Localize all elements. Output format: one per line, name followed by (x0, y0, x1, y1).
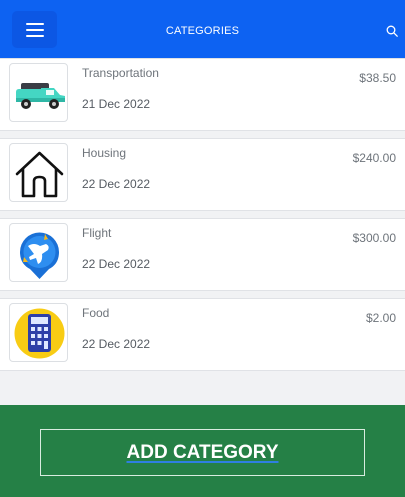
truck-icon (16, 83, 65, 109)
calculator-icon (14, 308, 65, 359)
airplane-icon (20, 232, 59, 279)
add-category-button[interactable]: ADD CATEGORY (40, 429, 365, 476)
category-date: 21 Dec 2022 (82, 97, 151, 111)
category-row[interactable]: Housing 22 Dec 2022 $240.00 (0, 138, 405, 211)
add-category-label: ADD CATEGORY (126, 441, 279, 463)
category-row[interactable]: Food 22 Dec 2022 $2.00 (0, 298, 405, 371)
category-amount: $38.50 (359, 71, 396, 85)
category-name: Housing (82, 146, 127, 160)
app-header: CATEGORIES (0, 0, 405, 62)
category-name: Food (82, 306, 110, 320)
category-thumbnail (9, 223, 68, 282)
category-date: 22 Dec 2022 (82, 177, 151, 191)
search-icon[interactable] (386, 25, 398, 37)
footer-bar: ADD CATEGORY (0, 405, 405, 497)
category-name: Transportation (82, 66, 159, 80)
house-icon (15, 151, 64, 198)
page-title: CATEGORIES (165, 25, 240, 37)
category-thumbnail (9, 143, 68, 202)
category-row[interactable]: Flight 22 Dec 2022 $300.00 (0, 218, 405, 291)
category-thumbnail (9, 303, 68, 362)
categories-screen: CATEGORIES Transportation 21 Dec 2022 $3… (0, 0, 405, 497)
category-thumbnail (9, 63, 68, 122)
category-amount: $240.00 (352, 151, 396, 165)
category-date: 22 Dec 2022 (82, 337, 151, 351)
category-name: Flight (82, 226, 112, 240)
category-amount: $2.00 (365, 311, 396, 325)
category-row[interactable]: Transportation 21 Dec 2022 $38.50 (0, 58, 405, 131)
category-amount: $300.00 (352, 231, 396, 245)
category-date: 22 Dec 2022 (82, 257, 151, 271)
